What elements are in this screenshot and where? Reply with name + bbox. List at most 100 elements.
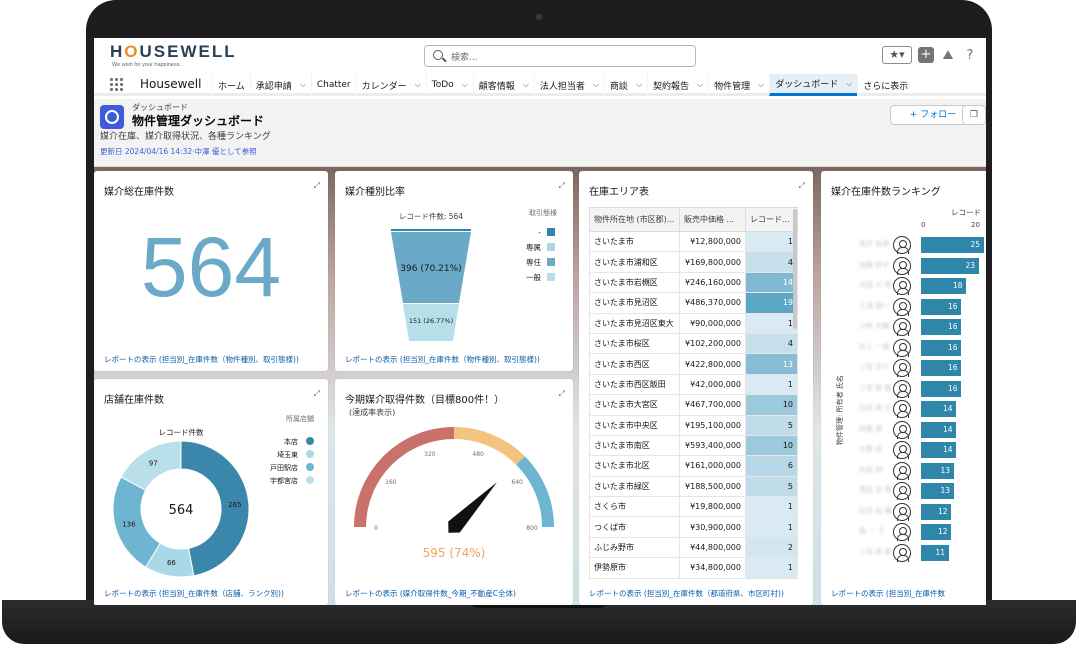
nav-tab[interactable]: さらに表示 [857,74,913,96]
donut-slice[interactable] [112,476,161,568]
view-report-link[interactable]: レポートの表示 (担当別_在庫件数（物件種別、取引態様)) [104,354,299,365]
card-funnel: 媒介種別比率 ⤢ レコード件数: 564 396 (70.21%) 151 (26.… [335,171,573,371]
help-icon[interactable]: ? [962,48,978,63]
expand-icon[interactable]: ⤢ [314,181,320,191]
cell-city: さいたま市西区 [589,353,680,375]
favorites-star-icon[interactable]: ★▾ [882,46,912,64]
dashboard-canvas: 媒介総在庫件数 ⤢ 564 レポートの表示 (担当別_在庫件数（物件種別、取引態… [94,167,986,605]
cell-count: 4 [745,251,798,273]
owner-name: 丸田 明 [859,465,883,474]
card-ranking: 媒介在庫件数ランキング レコード 0 20 物件管理: 所有者 氏名 荒井 尚美… [821,171,986,605]
metric-value: 564 [140,220,282,314]
cell-price: ¥102,200,000 [679,332,746,355]
bar-value-label: 11 [935,547,946,557]
cell-count: 1 [745,496,798,518]
expand-icon[interactable]: ⤢ [799,181,805,191]
cell-count: 1 [745,312,798,334]
chevron-down-icon[interactable]: ⌵ [300,80,306,90]
column-header[interactable]: レコード... [745,207,798,232]
app-name: Housewell [140,77,202,91]
cell-price: ¥19,800,000 [679,496,746,518]
cell-city: つくば市 [589,516,680,538]
cell-city: さいたま市緑区 [589,475,680,498]
copy-icon[interactable]: ❐ [962,105,986,125]
bar-value-label: 16 [948,322,958,331]
cell-city: さいたま市見沼区 [589,292,680,314]
column-header[interactable]: 物件所在地 (市区郡)... [589,207,680,232]
table-row: さいたま市見沼区 ¥486,370,000 19 [589,292,798,314]
cell-price: ¥90,000,000 [679,312,746,334]
nav-tab-label: カレンダー [361,81,407,92]
chevron-down-icon[interactable]: ⌵ [523,80,529,90]
cell-city: さいたま市 [589,230,680,253]
nav-tab[interactable]: 法人担当者 ⌵ [533,74,604,96]
cell-count: 14 [745,271,798,294]
search-input[interactable]: 検索... [424,45,696,67]
cell-price: ¥422,800,000 [679,353,746,375]
chevron-down-icon[interactable]: ⌵ [636,80,642,90]
page-header: ダッシュボード 物件管理ダッシュボード 媒介在庫、媒介取得状況、各種ランキング … [94,99,986,167]
expand-icon[interactable]: ⤢ [559,181,565,191]
nav-tab-label: 物件管理 [714,81,751,92]
trailhead-icon[interactable]: ⛰ [940,48,956,63]
card-gauge: 今期媒介取得件数（目標800件！） (達成率表示) ⤢ 0 160 320 480 64… [335,379,573,605]
search-icon [433,50,443,60]
avatar [893,400,911,418]
view-report-link[interactable]: レポートの表示 (媒介取得件数_今期_不動産C全体) [345,588,516,599]
legend-swatch [547,243,555,251]
funnel-segment[interactable] [391,229,471,231]
nav-tab[interactable]: カレンダー ⌵ [355,74,426,96]
expand-icon[interactable]: ⤢ [559,389,565,399]
slice-value-label: 265 [228,501,241,509]
nav-tab-label: 商談 [609,81,628,92]
chevron-down-icon[interactable]: ⌵ [758,80,764,90]
brand-logo[interactable]: HOUSEWELL [110,42,237,62]
nav-tab[interactable]: 契約報告 ⌵ [647,74,708,96]
app-launcher-icon[interactable] [110,78,124,92]
legend-label: 一般 [526,272,541,282]
column-header[interactable]: 販売中価格 ... [679,207,746,232]
gauge-band [354,427,454,527]
card-store-donut: 店舗在庫件数 ⤢ レコード件数 265 本店 66 埼玉東 136 戸田駅店 97 宇都宮店 56… [94,379,328,605]
table-row: さいたま市西区 ¥422,800,000 13 [589,353,798,375]
legend-swatch [547,258,555,266]
view-report-link[interactable]: レポートの表示 (担当別_在庫件数（物件種別、取引態様)) [345,354,540,365]
nav-tab[interactable]: 物件管理 ⌵ [708,74,769,96]
dashboard-icon [100,105,124,129]
card-area-table: 在庫エリア表 ⤢ 物件所在地 (市区郡)... 販売中価格 ... レコード... さ… [579,171,813,605]
avatar [893,236,911,254]
cell-price: ¥169,800,000 [679,251,746,273]
view-report-link[interactable]: レポートの表示 (担当別_在庫件数（店舗、ランク別)) [104,588,284,599]
nav-tab[interactable]: ダッシュボード ⌵ [769,74,858,96]
nav-tab-label: ToDo [431,80,454,90]
chevron-down-icon[interactable]: ⌵ [846,79,852,89]
global-add-icon[interactable]: + [918,47,934,63]
avatar [893,523,911,541]
cell-price: ¥161,000,000 [679,455,746,477]
bar-value-label: 23 [965,260,976,270]
view-report-link[interactable]: レポートの表示 (担当別_在庫件数（都道府県、市区町村)) [589,588,784,599]
nav-tab[interactable]: 顧客情報 ⌵ [472,74,534,96]
cell-price: ¥30,900,000 [679,516,746,538]
chevron-down-icon[interactable]: ⌵ [415,80,421,90]
nav-tab[interactable]: Chatter [310,74,356,96]
chevron-down-icon[interactable]: ⌵ [593,80,599,90]
nav-tab-label: 法人担当者 [539,81,585,92]
table-row: つくば市 ¥30,900,000 1 [589,516,798,538]
last-updated[interactable]: 更新日 2024/04/16 14:32·中澤 優として参照 [100,146,257,157]
table-scrollbar[interactable] [793,209,797,329]
nav-tab[interactable]: 商談 ⌵ [603,74,647,96]
nav-tab[interactable]: ToDo ⌵ [425,74,473,96]
nav-tab[interactable]: ホーム [212,74,250,96]
expand-icon[interactable]: ⤢ [314,389,320,399]
avatar [893,441,911,459]
nav-tab[interactable]: 承認申請 ⌵ [249,74,311,96]
table-row: さくら市 ¥19,800,000 1 [589,496,798,518]
cell-count: 1 [745,373,798,396]
card-title: 今期媒介取得件数（目標800件！） [345,395,505,406]
chevron-down-icon[interactable]: ⌵ [462,80,468,90]
chevron-down-icon[interactable]: ⌵ [697,80,703,90]
header-actions: ★▾ + ⛰ ? [882,46,978,64]
view-report-link[interactable]: レポートの表示 (担当別_在庫件数 [831,588,945,599]
funnel-label: 396 (70.21%) [400,264,461,274]
